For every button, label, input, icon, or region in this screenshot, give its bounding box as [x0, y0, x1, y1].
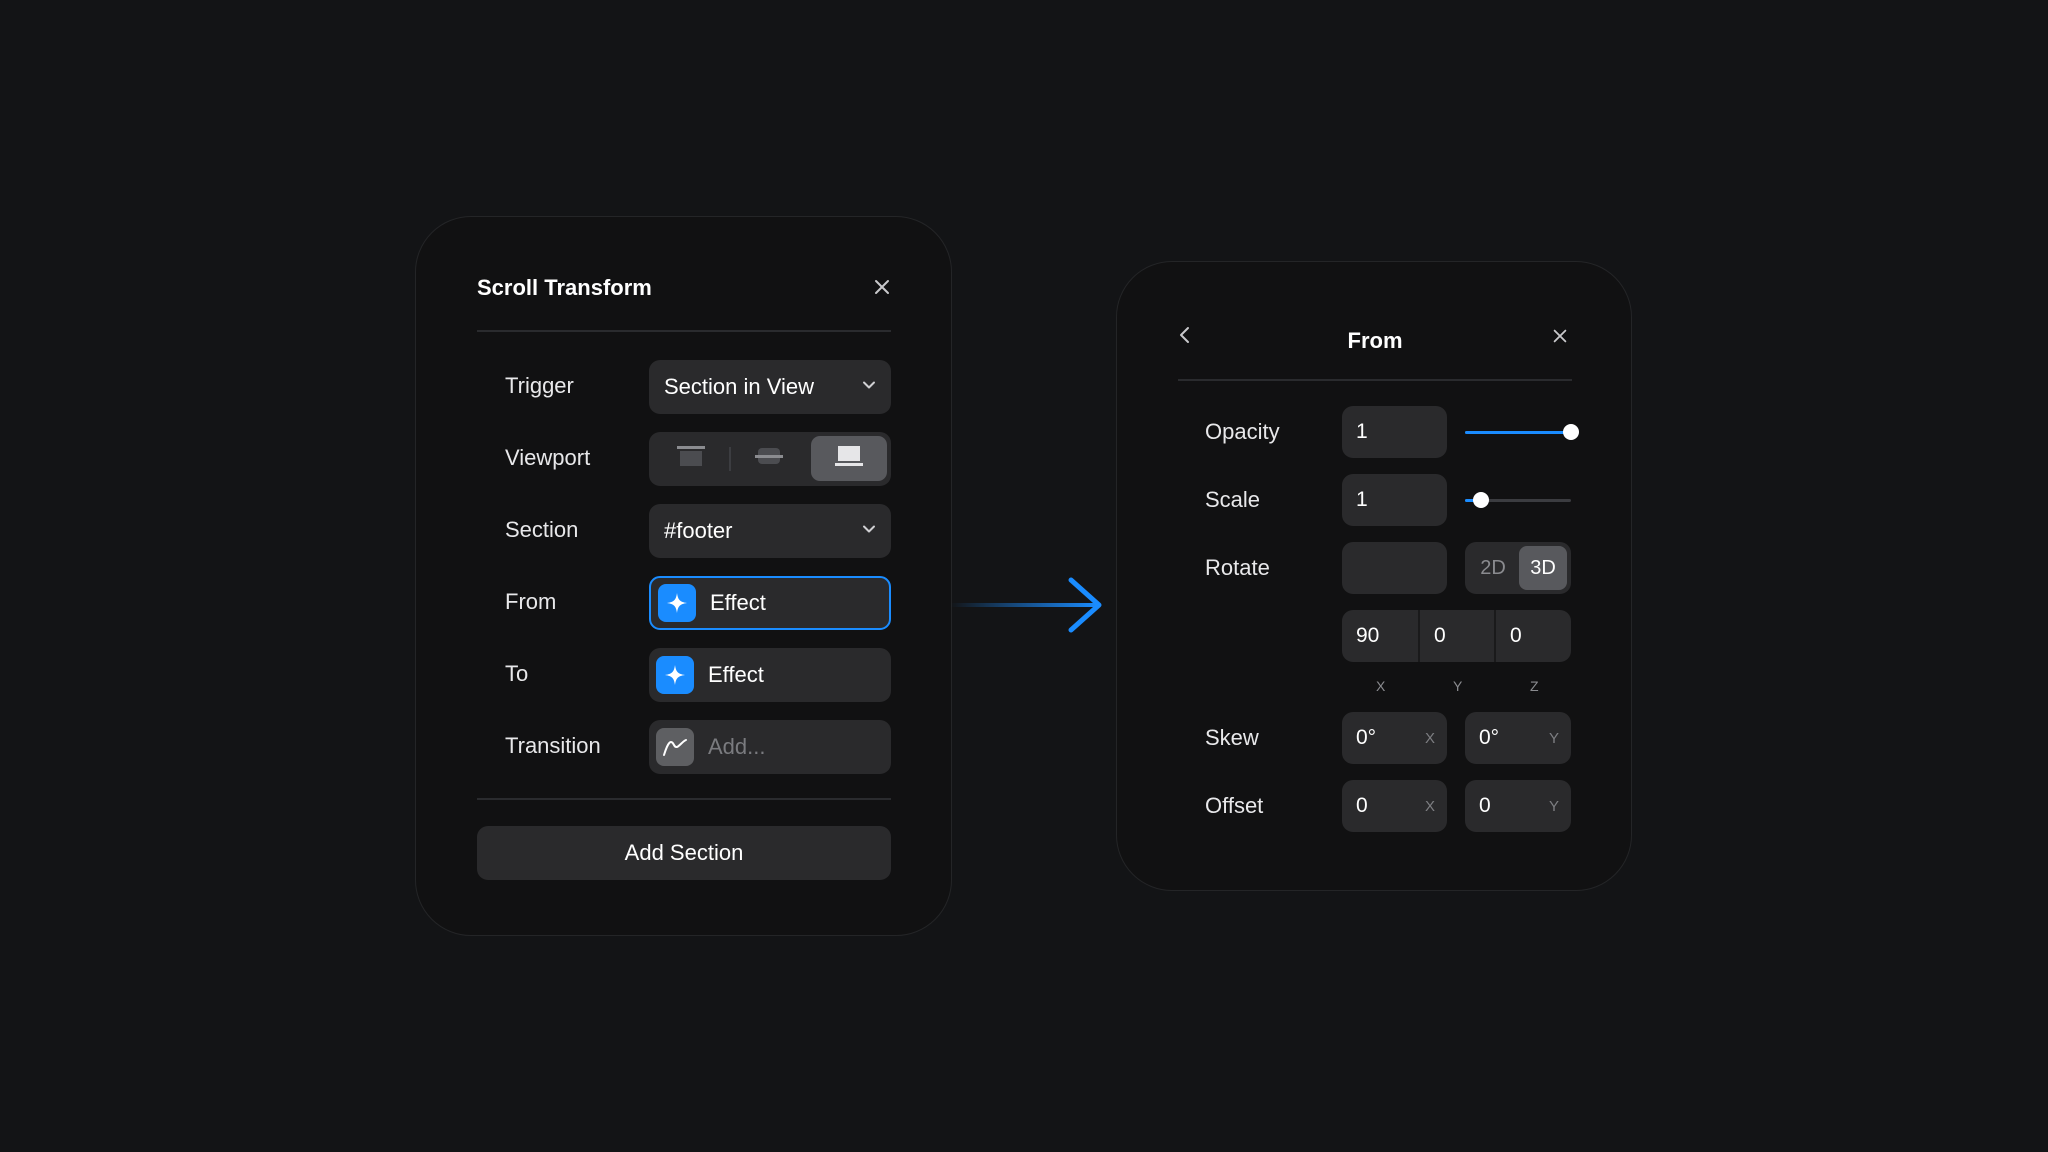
offset-y-value: 0	[1479, 794, 1491, 817]
viewport-label: Viewport	[505, 445, 591, 470]
trigger-label: Trigger	[505, 373, 574, 398]
opacity-slider[interactable]	[1465, 424, 1579, 440]
to-effect-button[interactable]: Effect	[649, 648, 891, 702]
to-label: To	[505, 661, 529, 686]
header-divider	[477, 330, 891, 332]
chevron-down-icon	[861, 377, 877, 398]
opacity-input[interactable]: 1	[1342, 406, 1447, 458]
from-panel: From Opacity 1 Scale 1 Rotate 2D 3D 90 0…	[1116, 261, 1632, 891]
offset-x-input[interactable]: 0 X	[1342, 780, 1447, 832]
from-effect-button[interactable]: Effect	[649, 576, 891, 630]
opacity-slider-thumb[interactable]	[1563, 424, 1579, 440]
rotate-input[interactable]	[1342, 542, 1447, 594]
viewport-bottom-icon	[834, 445, 864, 472]
offset-y-suffix: Y	[1548, 797, 1559, 815]
transition-placeholder: Add...	[708, 734, 766, 759]
axis-z-label: Z	[1530, 678, 1539, 694]
skew-y-input[interactable]: 0° Y	[1465, 712, 1571, 764]
rotate-mode-toggle: 2D 3D	[1465, 542, 1571, 594]
viewport-top-button[interactable]	[653, 436, 729, 481]
header-divider	[1178, 379, 1572, 381]
offset-y-input[interactable]: 0 Y	[1465, 780, 1571, 832]
add-section-button[interactable]: Add Section	[477, 826, 891, 880]
panel-title: Scroll Transform	[477, 275, 652, 300]
close-icon[interactable]	[1551, 326, 1569, 350]
axis-x-label: X	[1376, 678, 1386, 694]
rotate-x-input[interactable]: 90	[1342, 610, 1418, 662]
to-effect-label: Effect	[708, 662, 764, 687]
opacity-slider-fill	[1465, 431, 1571, 434]
chevron-down-icon	[861, 521, 877, 542]
skew-y-value: 0°	[1479, 726, 1500, 749]
scroll-transform-panel: Scroll Transform Trigger Section in View…	[415, 216, 952, 936]
viewport-bottom-button[interactable]	[811, 436, 887, 481]
section-label: Section	[505, 517, 579, 542]
opacity-label: Opacity	[1205, 419, 1280, 444]
skew-x-value: 0°	[1356, 726, 1377, 749]
offset-label: Offset	[1205, 793, 1264, 818]
rotate-y-input[interactable]: 0	[1420, 610, 1494, 662]
from-label: From	[505, 589, 557, 614]
axis-y-label: Y	[1453, 678, 1463, 694]
scale-input[interactable]: 1	[1342, 474, 1447, 526]
trigger-value: Section in View	[664, 374, 815, 399]
viewport-segmented	[649, 432, 891, 486]
from-effect-label: Effect	[710, 590, 766, 615]
skew-x-suffix: X	[1424, 729, 1435, 747]
mode-2d-button[interactable]: 2D	[1469, 546, 1517, 590]
skew-y-suffix: Y	[1548, 729, 1559, 747]
sparkle-icon	[658, 584, 696, 622]
close-icon[interactable]	[872, 277, 892, 302]
transition-add-button[interactable]: Add...	[649, 720, 891, 774]
trigger-select[interactable]: Section in View	[649, 360, 891, 414]
offset-x-value: 0	[1356, 794, 1368, 817]
section-value: #footer	[664, 518, 733, 543]
scale-slider[interactable]	[1465, 492, 1571, 508]
scale-label: Scale	[1205, 487, 1261, 512]
footer-divider	[477, 798, 891, 800]
viewport-center-icon	[754, 445, 784, 472]
arrow-right-icon	[950, 577, 1102, 633]
skew-x-input[interactable]: 0° X	[1342, 712, 1447, 764]
transition-label: Transition	[505, 733, 601, 758]
easing-curve-icon	[656, 728, 694, 766]
offset-x-suffix: X	[1424, 797, 1435, 815]
rotate-label: Rotate	[1205, 555, 1270, 580]
viewport-top-icon	[676, 445, 706, 472]
viewport-center-button[interactable]	[731, 436, 807, 481]
sparkle-icon	[656, 656, 694, 694]
mode-3d-button[interactable]: 3D	[1519, 546, 1567, 590]
rotate-xyz-group: 90 0 0	[1342, 610, 1571, 662]
rotate-z-input[interactable]: 0	[1496, 610, 1571, 662]
skew-label: Skew	[1205, 725, 1259, 750]
scale-slider-thumb[interactable]	[1472, 492, 1489, 508]
section-select[interactable]: #footer	[649, 504, 891, 558]
